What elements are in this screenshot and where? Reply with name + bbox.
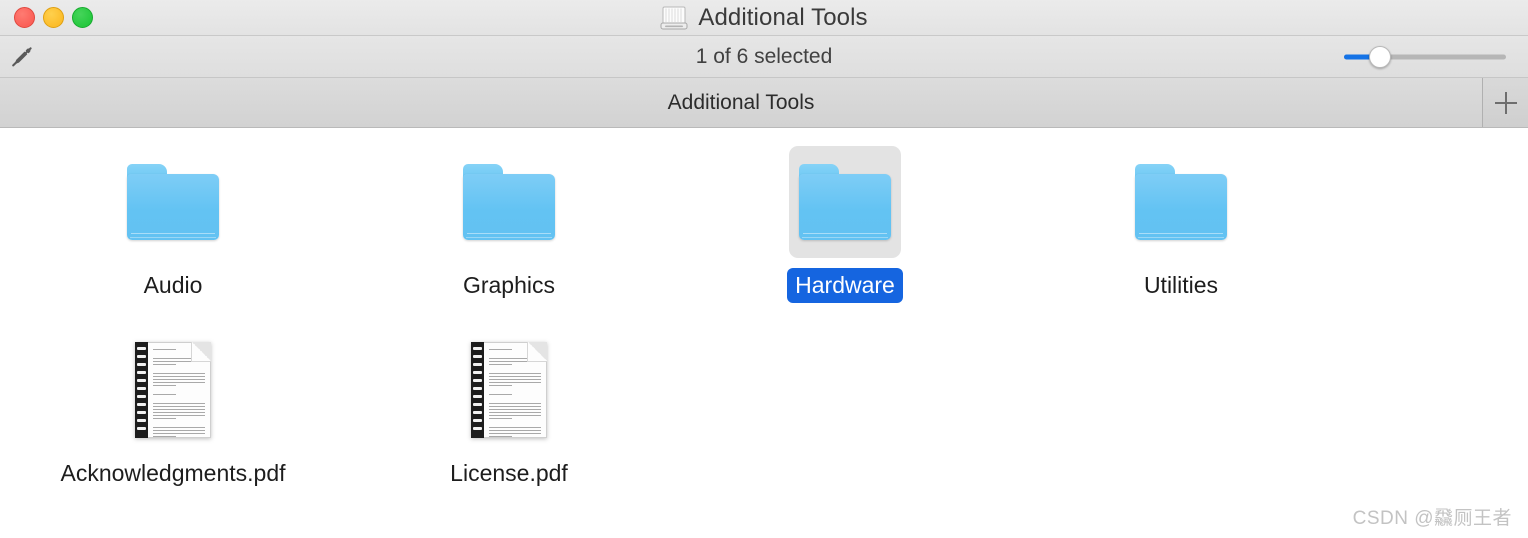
finder-statusbar: 1 of 6 selected <box>0 36 1528 78</box>
folder-icon <box>453 146 565 258</box>
icon-size-slider[interactable] <box>1344 45 1506 68</box>
file-item-label: License.pdf <box>450 460 568 486</box>
file-grid-area[interactable]: Audio Graphics Hardware Utilities Acknow… <box>0 128 1528 538</box>
csdn-watermark: CSDN @飝厕王者 <box>1352 508 1512 529</box>
file-item-graphics[interactable]: Graphics <box>341 140 677 328</box>
file-item-label: Graphics <box>462 272 556 298</box>
minimize-button[interactable] <box>43 7 64 28</box>
markup-pen-slash-icon[interactable] <box>0 36 44 78</box>
file-item-utilities[interactable]: Utilities <box>1013 140 1349 328</box>
file-item-label: Acknowledgments.pdf <box>60 460 286 486</box>
slider-knob[interactable] <box>1368 45 1391 68</box>
folder-icon <box>117 146 229 258</box>
new-tab-button[interactable] <box>1482 78 1528 127</box>
window-title: Additional Tools <box>698 3 868 31</box>
tab-additional-tools[interactable]: Additional Tools <box>0 78 1482 127</box>
close-button[interactable] <box>14 7 35 28</box>
file-item-label: Utilities <box>1143 272 1219 298</box>
pdf-document-icon <box>453 334 565 446</box>
selection-status-text: 1 of 6 selected <box>695 44 833 68</box>
maximize-button[interactable] <box>72 7 93 28</box>
finder-window: Additional Tools 1 of 6 selected Additio… <box>0 0 1528 538</box>
finder-tabbar: Additional Tools <box>0 78 1528 128</box>
disk-drive-icon <box>660 6 688 30</box>
file-item-license-pdf[interactable]: License.pdf <box>341 328 677 516</box>
file-item-acknowledgments-pdf[interactable]: Acknowledgments.pdf <box>5 328 341 516</box>
window-title-group: Additional Tools <box>0 0 1528 35</box>
file-item-label: Hardware <box>787 268 903 304</box>
icon-grid: Audio Graphics Hardware Utilities Acknow… <box>0 140 1528 516</box>
pdf-document-icon <box>117 334 229 446</box>
tab-label: Additional Tools <box>667 90 815 114</box>
window-titlebar: Additional Tools <box>0 0 1528 36</box>
file-item-hardware[interactable]: Hardware <box>677 140 1013 328</box>
traffic-light-group <box>0 7 93 28</box>
folder-icon <box>789 146 901 258</box>
selection-status-group: 1 of 6 selected <box>0 36 1528 77</box>
file-item-label: Audio <box>143 272 203 298</box>
plus-icon <box>1494 91 1517 114</box>
folder-icon <box>1125 146 1237 258</box>
file-item-audio[interactable]: Audio <box>5 140 341 328</box>
